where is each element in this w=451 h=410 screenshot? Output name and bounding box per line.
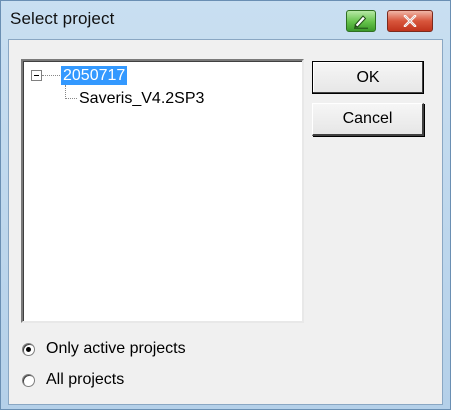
- radio-button-checked[interactable]: [22, 342, 35, 356]
- tree-connector: [65, 85, 66, 99]
- radio-button[interactable]: [22, 373, 35, 387]
- tree-connector: [42, 75, 60, 76]
- radio-label[interactable]: All projects: [46, 371, 124, 389]
- tree-connector: [65, 98, 77, 99]
- ok-button[interactable]: OK: [312, 61, 424, 94]
- project-tree[interactable]: 2050717 Saveris_V4.2SP3: [21, 59, 304, 323]
- close-icon: [403, 15, 417, 27]
- select-project-dialog: Select project 2050717 Saveris_V4.2SP3 O…: [0, 0, 451, 410]
- pen-icon: [354, 15, 368, 29]
- dialog-body: 2050717 Saveris_V4.2SP3 OK Cancel Only a…: [8, 39, 443, 405]
- radio-only-active[interactable]: Only active projects: [22, 338, 186, 360]
- radio-label[interactable]: Only active projects: [46, 340, 186, 358]
- close-button[interactable]: [387, 10, 433, 32]
- pen-button[interactable]: [346, 10, 376, 32]
- cancel-button[interactable]: Cancel: [312, 103, 424, 136]
- radio-all-projects[interactable]: All projects: [22, 369, 124, 391]
- tree-node-child-label[interactable]: Saveris_V4.2SP3: [79, 89, 204, 108]
- collapse-toggle-icon[interactable]: [31, 70, 42, 81]
- tree-node-root-label[interactable]: 2050717: [61, 66, 128, 85]
- dialog-title: Select project: [10, 9, 115, 28]
- title-bar[interactable]: Select project: [1, 1, 450, 39]
